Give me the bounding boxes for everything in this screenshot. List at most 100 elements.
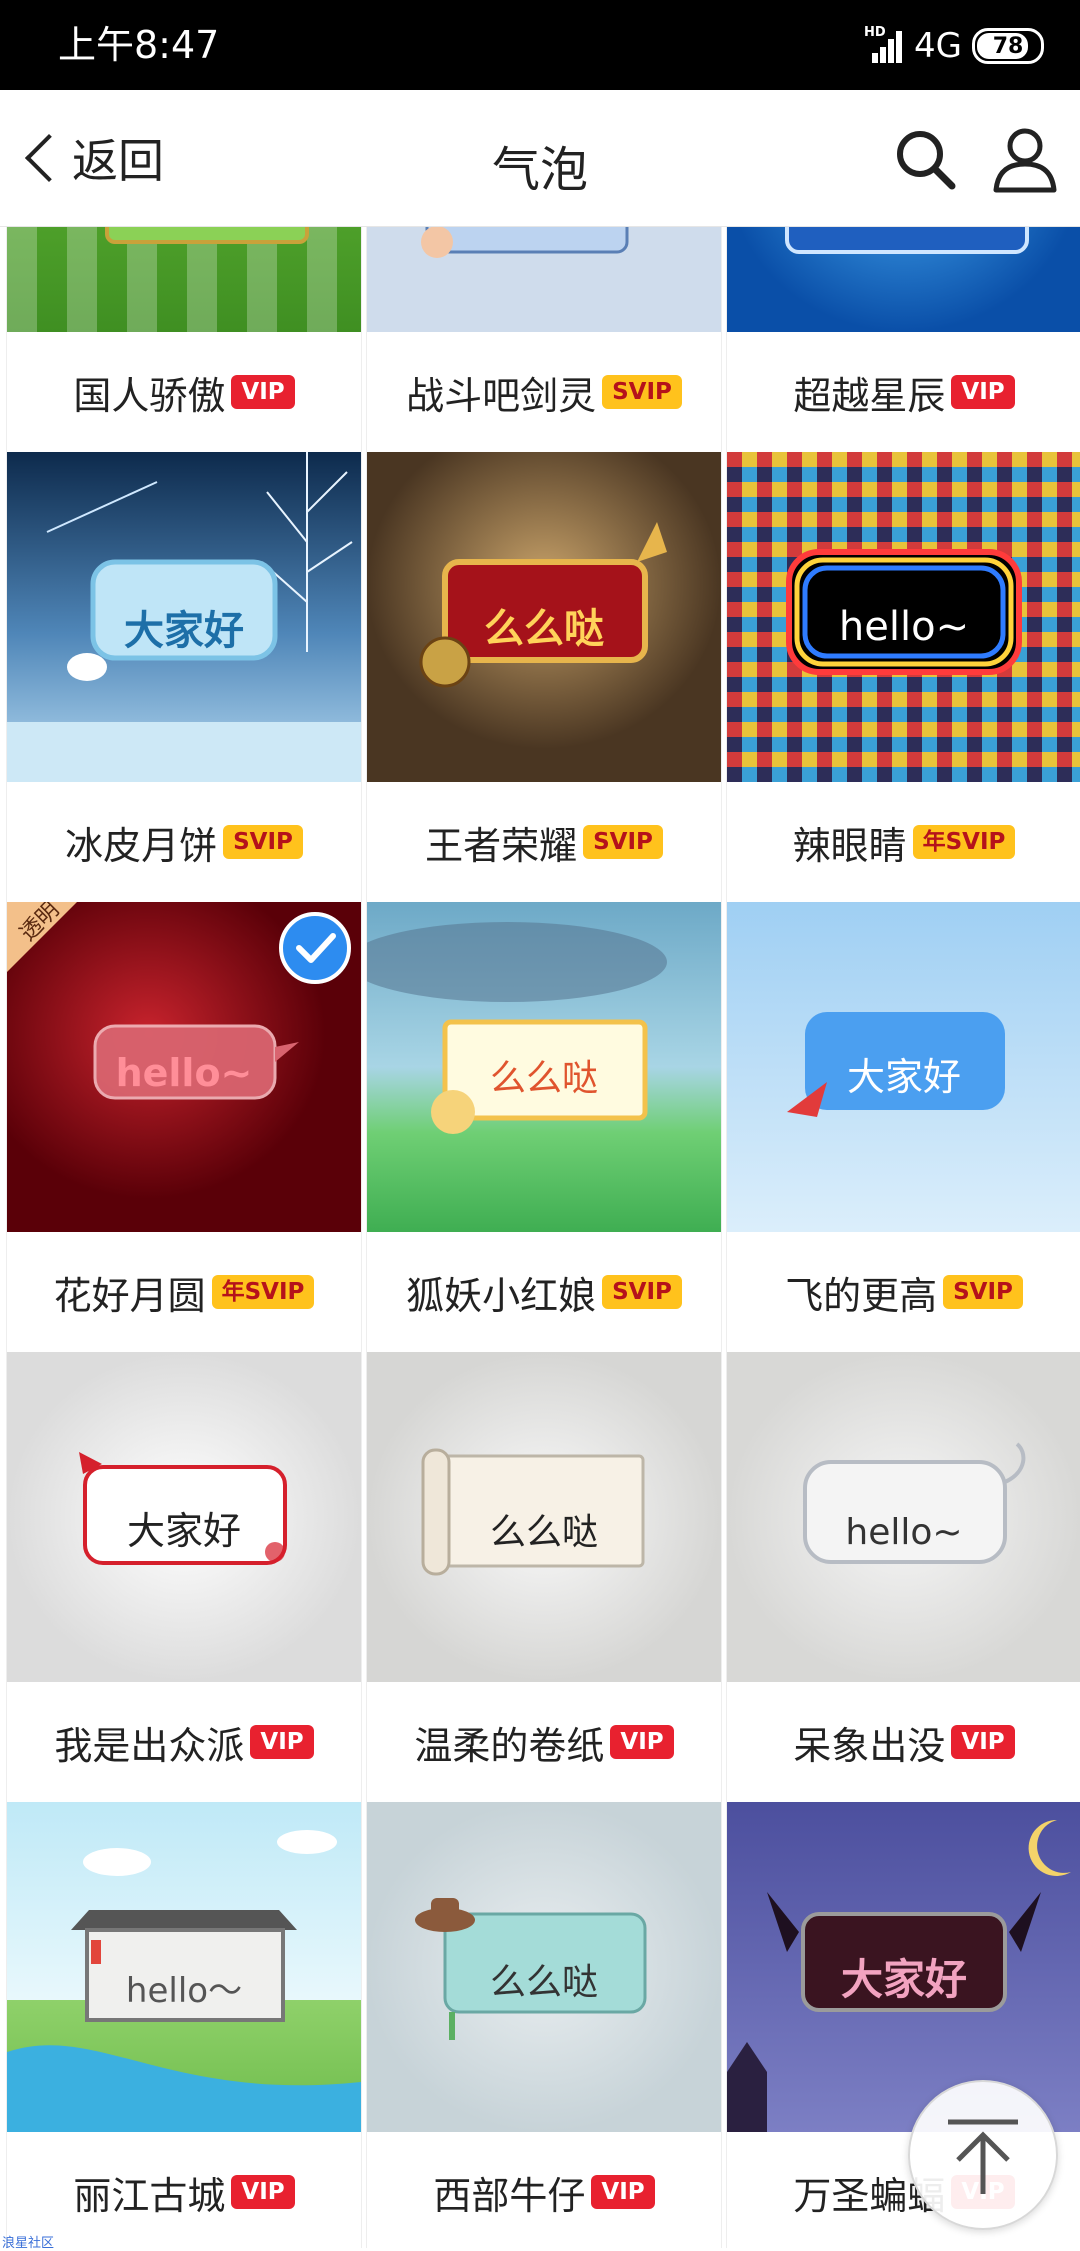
bubble-preview-text: hello～ xyxy=(126,1971,242,2011)
bubble-name: 我是出众派 xyxy=(54,1723,245,1768)
bubble-preview-text: 么么哒 xyxy=(490,1512,598,1553)
bubble-card[interactable]: 大家好 飞的更高 SVIP xyxy=(726,902,1080,1352)
arrow-up-icon xyxy=(948,2119,1018,2194)
bubble-preview-text: 么么哒 xyxy=(490,1058,598,1099)
bubble-grid: 国人骄傲 VIP 战斗吧剑灵 SVIP 超越星辰 VIP 大家好 冰皮月饼 SVIP 么么… xyxy=(0,227,1080,2248)
membership-badge: SVIP xyxy=(602,1275,682,1309)
status-time: 上午8:47 xyxy=(58,23,220,67)
bubble-card[interactable]: hello~ 呆象出没 VIP xyxy=(726,1352,1080,1802)
nav-bar: 返回 气泡 xyxy=(0,90,1080,227)
bubble-caption: 西部牛仔 VIP xyxy=(367,2132,721,2248)
bubble-name: 西部牛仔 xyxy=(433,2173,586,2218)
membership-badge: VIP xyxy=(951,375,1015,409)
membership-badge: 年SVIP xyxy=(211,1275,315,1309)
watermark: 浪星社区 xyxy=(2,2236,55,2251)
bubble-name: 战斗吧剑灵 xyxy=(406,373,597,418)
bubble-caption: 花好月圆 年SVIP xyxy=(7,1232,361,1352)
bubble-preview: 么么哒 xyxy=(367,1802,721,2132)
bubble-card[interactable]: 么么哒温柔的卷纸 VIP xyxy=(366,1352,722,1802)
bubble-card[interactable]: hello～ 丽江古城 VIP xyxy=(6,1802,362,2248)
membership-badge: VIP xyxy=(610,1725,674,1759)
bubble-card[interactable]: hello~ 辣眼睛 年SVIP xyxy=(726,452,1080,902)
membership-badge: VIP xyxy=(591,2175,655,2209)
user-icon[interactable] xyxy=(990,124,1060,194)
bubble-card[interactable]: hello~ 透明 花好月圆 年SVIP xyxy=(6,902,362,1352)
bubble-preview xyxy=(727,227,1080,332)
bubble-name: 国人骄傲 xyxy=(73,373,226,418)
bubble-caption: 狐妖小红娘 SVIP xyxy=(367,1232,721,1352)
bubble-card[interactable]: 大家好冰皮月饼 SVIP xyxy=(6,452,362,902)
membership-badge: SVIP xyxy=(943,1275,1023,1309)
selected-check-icon xyxy=(279,912,351,984)
bubble-card[interactable]: 么么哒狐妖小红娘 SVIP xyxy=(366,902,722,1352)
bubble-preview: 么么哒 xyxy=(367,1352,721,1682)
signal-icon: HD xyxy=(864,25,904,63)
membership-badge: SVIP xyxy=(583,825,663,859)
network-type: 4G xyxy=(914,26,962,66)
bubble-preview-text: hello~ xyxy=(839,604,969,650)
bubble-preview: 么么哒 xyxy=(367,452,721,782)
membership-badge: 年SVIP xyxy=(912,825,1016,859)
bubble-preview: 大家好 xyxy=(727,902,1080,1232)
bubble-caption: 超越星辰 VIP xyxy=(727,332,1080,452)
bubble-card[interactable]: 超越星辰 VIP xyxy=(726,227,1080,452)
bubble-preview: hello~ xyxy=(727,452,1080,782)
bubble-preview-text: 么么哒 xyxy=(490,1962,598,2003)
bubble-card[interactable]: 国人骄傲 VIP xyxy=(6,227,362,452)
bubble-caption: 呆象出没 VIP xyxy=(727,1682,1080,1802)
bubble-preview-text: hello~ xyxy=(116,1051,253,1095)
bubble-preview: hello~ 透明 xyxy=(7,902,361,1232)
membership-badge: SVIP xyxy=(223,825,303,859)
battery-level: 78 xyxy=(992,33,1024,59)
bubble-name: 花好月圆 xyxy=(53,1273,206,1318)
bubble-caption: 国人骄傲 VIP xyxy=(7,332,361,452)
bubble-card[interactable]: 战斗吧剑灵 SVIP xyxy=(366,227,722,452)
status-bar: 上午8:47 HD 4G 78 xyxy=(0,0,1080,90)
bubble-preview-text: hello~ xyxy=(845,1512,962,1553)
bubble-card[interactable]: 么么哒西部牛仔 VIP xyxy=(366,1802,722,2248)
membership-badge: VIP xyxy=(231,375,295,409)
bubble-preview-text: 大家好 xyxy=(124,608,244,654)
bubble-preview xyxy=(7,227,361,332)
bubble-caption: 温柔的卷纸 VIP xyxy=(367,1682,721,1802)
bubble-caption: 飞的更高 SVIP xyxy=(727,1232,1080,1352)
bubble-preview: 么么哒 xyxy=(367,902,721,1232)
membership-badge: VIP xyxy=(250,1725,314,1759)
back-label: 返回 xyxy=(72,134,164,188)
back-button[interactable]: 返回 xyxy=(18,120,164,196)
bubble-caption: 辣眼睛 年SVIP xyxy=(727,782,1080,902)
bubble-name: 冰皮月饼 xyxy=(65,823,218,868)
bubble-name: 王者荣耀 xyxy=(425,823,578,868)
bubble-caption: 战斗吧剑灵 SVIP xyxy=(367,332,721,452)
battery-icon: 78 xyxy=(972,28,1044,64)
bubble-preview: 大家好 xyxy=(7,1352,361,1682)
membership-badge: SVIP xyxy=(602,375,682,409)
bubble-preview-text: 大家好 xyxy=(841,1955,967,2004)
bubble-caption: 丽江古城 VIP xyxy=(7,2132,361,2248)
bubble-preview-text: 么么哒 xyxy=(484,606,604,652)
scroll-top-button[interactable] xyxy=(908,2080,1058,2230)
page-title: 气泡 xyxy=(491,142,588,198)
bubble-name: 飞的更高 xyxy=(785,1273,938,1318)
bubble-caption: 我是出众派 VIP xyxy=(7,1682,361,1802)
bubble-name: 狐妖小红娘 xyxy=(406,1273,597,1318)
bubble-name: 超越星辰 xyxy=(793,373,946,418)
bubble-name: 温柔的卷纸 xyxy=(414,1723,605,1768)
membership-badge: VIP xyxy=(951,1725,1015,1759)
membership-badge: VIP xyxy=(231,2175,295,2209)
bubble-preview: hello～ xyxy=(7,1802,361,2132)
bubble-preview: 大家好 xyxy=(7,452,361,782)
bubble-caption: 冰皮月饼 SVIP xyxy=(7,782,361,902)
status-indicators: HD 4G 78 xyxy=(864,24,1044,68)
bubble-name: 呆象出没 xyxy=(793,1723,946,1768)
hd-label: HD xyxy=(864,25,886,40)
bubble-preview: hello~ xyxy=(727,1352,1080,1682)
chevron-left-icon xyxy=(24,133,74,183)
search-icon[interactable] xyxy=(890,124,960,194)
bubble-name: 丽江古城 xyxy=(73,2173,226,2218)
bubble-caption: 王者荣耀 SVIP xyxy=(367,782,721,902)
bubble-card[interactable]: 大家好我是出众派 VIP xyxy=(6,1352,362,1802)
bubble-preview xyxy=(367,227,721,332)
bubble-preview-text: 大家好 xyxy=(127,1509,241,1553)
bubble-card[interactable]: 么么哒王者荣耀 SVIP xyxy=(366,452,722,902)
